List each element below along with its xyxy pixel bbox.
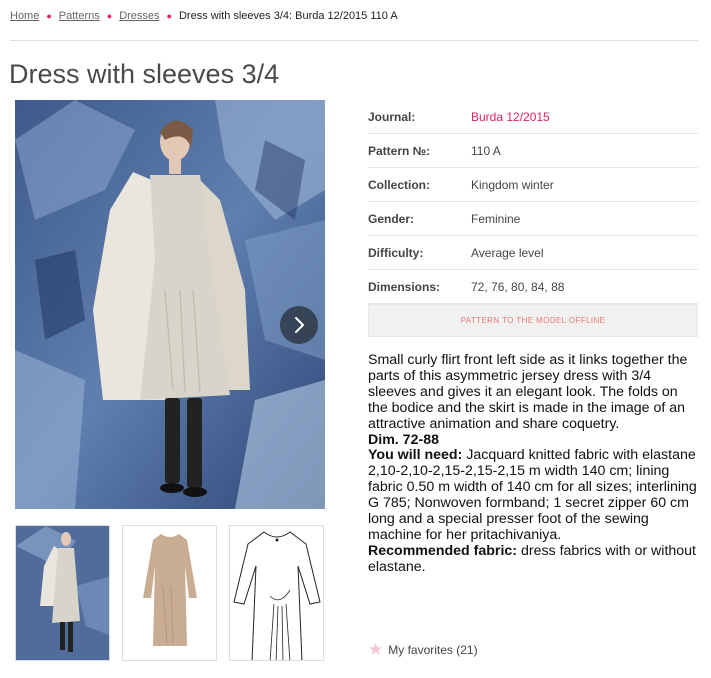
- detail-label: Difficulty:: [368, 245, 424, 260]
- detail-row-collection: Collection: Kingdom winter: [368, 168, 698, 202]
- pattern-offline-button[interactable]: PATTERN TO THE MODEL OFFLINE: [368, 304, 698, 337]
- breadcrumb-separator: ●: [46, 11, 52, 21]
- breadcrumb-home[interactable]: Home: [10, 10, 39, 22]
- next-photo-button[interactable]: [280, 306, 318, 344]
- favorites-label: My favorites (21): [388, 642, 478, 657]
- main-product-photo[interactable]: [15, 100, 325, 509]
- star-icon: ★: [368, 640, 384, 659]
- detail-label: Gender:: [368, 211, 415, 226]
- breadcrumb-separator: ●: [106, 11, 113, 21]
- journal-link[interactable]: Burda 12/2015: [471, 110, 550, 124]
- detail-label: Dimensions:: [368, 279, 441, 294]
- favorites-button[interactable]: ★ My favorites (21): [368, 641, 478, 658]
- dimensions-heading: Dim. 72-88: [368, 431, 439, 448]
- detail-row-pattern-number: Pattern №: 110 A: [368, 134, 698, 168]
- detail-label: Pattern №:: [368, 143, 431, 158]
- thumbnail-technical-drawing[interactable]: [229, 525, 324, 661]
- page-title: Dress with sleeves 3/4: [9, 59, 280, 89]
- breadcrumb: Home ● Patterns ● Dresses ● Dress with s…: [10, 10, 398, 22]
- detail-value: 72, 76, 80, 84, 88: [471, 279, 565, 294]
- you-will-need-label: You will need:: [368, 447, 463, 464]
- pattern-description: Small curly flirt front left side as it …: [368, 352, 700, 576]
- detail-value: Average level: [471, 245, 544, 260]
- breadcrumb-separator: ●: [166, 11, 172, 21]
- detail-label: Collection:: [368, 177, 430, 192]
- recommended-fabric-label: Recommended fabric:: [368, 542, 518, 559]
- detail-row-journal: Journal: Burda 12/2015: [368, 100, 698, 134]
- description-text: Small curly flirt front left side as it …: [368, 352, 688, 432]
- thumbnail-model-photo[interactable]: [15, 525, 110, 661]
- breadcrumb-current: Dress with sleeves 3/4: Burda 12/2015 11…: [178, 10, 398, 22]
- header-divider: [10, 40, 698, 41]
- detail-value: Feminine: [471, 211, 521, 226]
- detail-row-dimensions: Dimensions: 72, 76, 80, 84, 88: [368, 270, 698, 304]
- thumbnail-dress-photo[interactable]: [122, 525, 217, 661]
- detail-label: Journal:: [368, 109, 416, 124]
- breadcrumb-dresses[interactable]: Dresses: [119, 10, 159, 22]
- detail-row-gender: Gender: Feminine: [368, 202, 698, 236]
- detail-row-difficulty: Difficulty: Average level: [368, 236, 698, 270]
- chevron-right-icon: [295, 317, 304, 333]
- detail-value: 110 A: [471, 143, 501, 158]
- breadcrumb-patterns[interactable]: Patterns: [59, 10, 100, 22]
- pattern-details: Journal: Burda 12/2015 Pattern №: 110 A …: [368, 100, 698, 337]
- detail-value: Kingdom winter: [471, 177, 554, 192]
